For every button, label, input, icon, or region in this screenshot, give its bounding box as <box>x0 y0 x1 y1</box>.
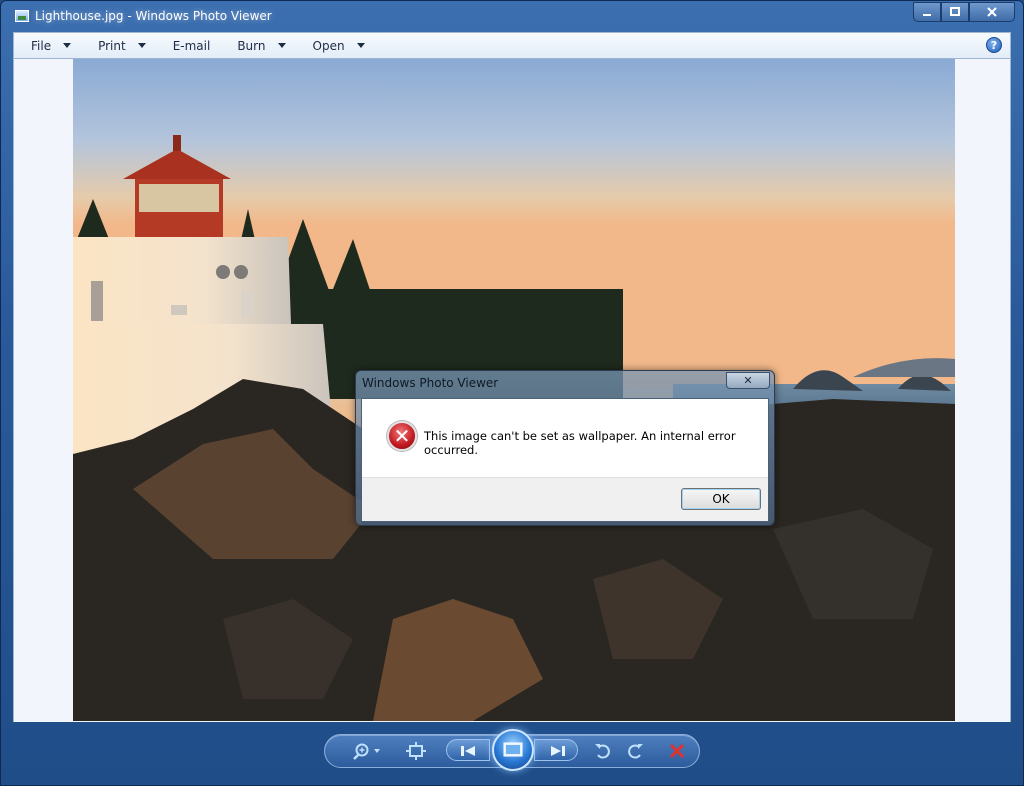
menu-burn[interactable]: Burn <box>220 33 295 58</box>
help-icon[interactable]: ? <box>986 37 1002 53</box>
chevron-down-icon <box>277 43 286 48</box>
menu-file[interactable]: File <box>14 33 81 58</box>
delete-icon <box>669 743 685 759</box>
menu-open-label: Open <box>312 38 345 53</box>
minimize-button[interactable] <box>913 2 941 22</box>
photo-viewer-app-icon <box>15 10 29 22</box>
dialog-title: Windows Photo Viewer <box>362 376 499 390</box>
title-bar[interactable]: Lighthouse.jpg - Windows Photo Viewer <box>1 1 1023 31</box>
menu-bar: File Print E-mail Burn Open ? <box>13 32 1011 59</box>
zoom-button[interactable] <box>351 740 383 762</box>
rotate-counterclockwise-icon <box>595 744 610 759</box>
previous-button[interactable] <box>446 739 490 761</box>
error-icon: ✕ <box>387 421 417 451</box>
previous-icon <box>461 746 475 756</box>
chevron-down-icon <box>356 43 365 48</box>
maximize-button[interactable] <box>941 2 969 22</box>
next-button[interactable] <box>534 739 578 761</box>
close-icon: ✕ <box>743 374 753 387</box>
close-button[interactable] <box>969 2 1015 22</box>
menu-email[interactable]: E-mail <box>156 33 221 58</box>
dialog-body: ✕ This image can't be set as wallpaper. … <box>361 398 769 522</box>
window-title: Lighthouse.jpg - Windows Photo Viewer <box>35 9 272 23</box>
dialog-footer: OK <box>362 477 768 521</box>
chevron-down-icon <box>63 43 72 48</box>
maximize-icon <box>950 7 960 16</box>
dialog-message: This image can't be set as wallpaper. An… <box>424 429 736 457</box>
caption-buttons <box>913 2 1015 22</box>
next-icon <box>551 746 565 756</box>
dialog-message-area: ✕ This image can't be set as wallpaper. … <box>362 399 768 477</box>
error-dialog: Windows Photo Viewer ✕ ✕ This image can'… <box>355 370 775 526</box>
close-icon <box>987 7 997 17</box>
slideshow-button[interactable] <box>492 729 534 771</box>
dialog-close-button[interactable]: ✕ <box>726 372 770 389</box>
menu-open[interactable]: Open <box>296 33 375 58</box>
menu-print[interactable]: Print <box>81 33 156 58</box>
chevron-down-icon <box>137 43 146 48</box>
menu-burn-label: Burn <box>237 38 266 53</box>
rotate-counterclockwise-button[interactable] <box>592 740 614 762</box>
menu-print-label: Print <box>98 38 126 53</box>
menu-email-label: E-mail <box>172 38 211 53</box>
slideshow-icon <box>503 742 523 757</box>
delete-button[interactable] <box>666 740 688 762</box>
minimize-icon <box>923 14 931 16</box>
menu-file-label: File <box>31 38 52 53</box>
rotate-clockwise-button[interactable] <box>624 740 646 762</box>
actual-size-icon <box>406 742 426 760</box>
ok-button[interactable]: OK <box>681 488 761 510</box>
actual-size-button[interactable] <box>404 740 428 762</box>
rotate-clockwise-icon <box>628 744 643 759</box>
zoom-icon <box>353 743 380 760</box>
